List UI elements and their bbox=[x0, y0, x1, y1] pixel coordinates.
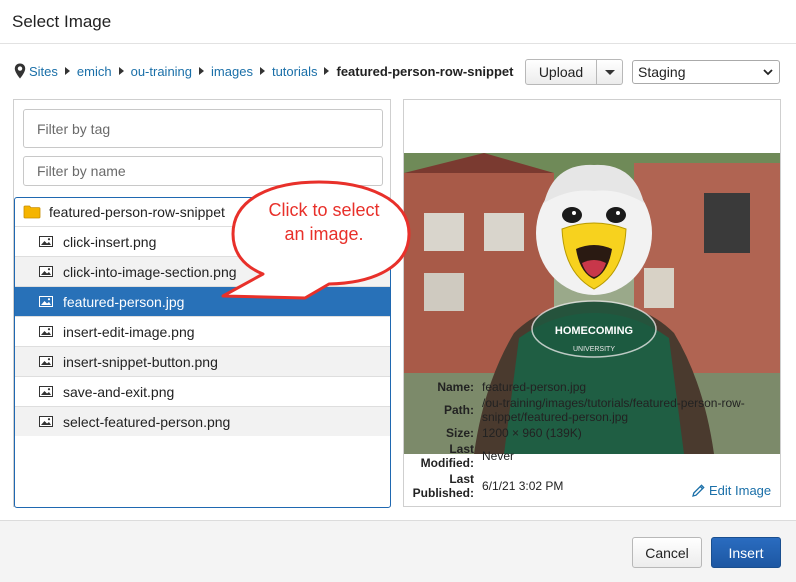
breadcrumb: Sites emich ou-training images tutorials… bbox=[14, 62, 513, 80]
image-file-icon bbox=[39, 266, 53, 277]
file-item-insert-snippet-button[interactable]: insert-snippet-button.png bbox=[15, 346, 390, 376]
file-item-save-and-exit[interactable]: save-and-exit.png bbox=[15, 376, 390, 406]
file-browser-pane: featured-person-row-snippet click-insert… bbox=[13, 99, 391, 508]
size-value: 1200 × 960 (139K) bbox=[482, 426, 582, 440]
name-value: featured-person.jpg bbox=[482, 380, 587, 394]
last-published-label-line2: Published: bbox=[412, 486, 474, 500]
breadcrumb-emich[interactable]: emich bbox=[77, 64, 112, 79]
breadcrumb-separator-icon bbox=[118, 67, 124, 75]
file-item-insert-edit-image[interactable]: insert-edit-image.png bbox=[15, 316, 390, 346]
shirt-text: HOMECOMING bbox=[555, 325, 633, 337]
file-label: featured-person.jpg bbox=[63, 293, 185, 310]
dialog-titlebar: Select Image bbox=[0, 0, 796, 44]
dialog-title: Select Image bbox=[12, 12, 112, 31]
name-label: Name: bbox=[437, 380, 474, 394]
file-label: click-insert.png bbox=[63, 233, 157, 250]
file-label: select-featured-person.png bbox=[63, 413, 231, 430]
shirt-subtext: UNIVERSITY bbox=[573, 346, 615, 353]
path-value-line1: /ou-training/images/tutorials/featured-p… bbox=[482, 396, 745, 410]
pencil-icon bbox=[692, 484, 705, 497]
last-published-label-line1: Last bbox=[449, 472, 474, 486]
file-label: insert-snippet-button.png bbox=[63, 353, 218, 370]
insert-button[interactable]: Insert bbox=[711, 537, 781, 568]
breadcrumb-current: featured-person-row-snippet bbox=[336, 63, 514, 79]
breadcrumb-sites[interactable]: Sites bbox=[29, 64, 58, 79]
upload-button[interactable]: Upload bbox=[525, 59, 597, 85]
image-file-icon bbox=[39, 356, 53, 367]
chevron-down-icon bbox=[763, 69, 773, 76]
upload-menu-toggle[interactable] bbox=[597, 59, 623, 85]
cancel-button[interactable]: Cancel bbox=[632, 537, 702, 568]
image-file-icon bbox=[39, 416, 53, 427]
callout-text-line1: Click to select bbox=[268, 200, 380, 220]
file-item-select-featured-person[interactable]: select-featured-person.png bbox=[15, 406, 390, 436]
image-details-pane: HOMECOMING UNIVERSITY Name: featured-per… bbox=[403, 99, 781, 507]
breadcrumb-separator-icon bbox=[259, 67, 265, 75]
edit-image-link[interactable]: Edit Image bbox=[692, 483, 771, 498]
breadcrumb-tutorials[interactable]: tutorials bbox=[272, 64, 318, 79]
edit-image-label: Edit Image bbox=[709, 483, 772, 498]
image-file-icon bbox=[39, 296, 53, 307]
folder-icon bbox=[23, 205, 41, 219]
upload-split-button: Upload bbox=[525, 59, 623, 85]
last-modified-value: Never bbox=[482, 449, 515, 463]
map-pin-icon bbox=[14, 63, 26, 79]
image-file-icon bbox=[39, 236, 53, 247]
breadcrumb-separator-icon bbox=[324, 67, 330, 75]
size-label: Size: bbox=[445, 426, 474, 440]
callout-text-line2: an image. bbox=[284, 224, 364, 244]
environment-select[interactable]: Staging bbox=[632, 60, 780, 84]
breadcrumb-separator-icon bbox=[64, 67, 70, 75]
breadcrumb-images[interactable]: images bbox=[211, 64, 253, 79]
last-modified-label-line2: Modified: bbox=[420, 456, 474, 470]
file-label: insert-edit-image.png bbox=[63, 323, 195, 340]
image-file-icon bbox=[39, 386, 53, 397]
callout-text: Click to select an image. bbox=[246, 198, 402, 246]
file-label: save-and-exit.png bbox=[63, 383, 175, 400]
path-value-line2: snippet/featured-person.jpg bbox=[482, 410, 629, 424]
breadcrumb-separator-icon bbox=[199, 67, 205, 75]
path-label: Path: bbox=[444, 403, 474, 417]
folder-label: featured-person-row-snippet bbox=[49, 204, 225, 220]
last-modified-label-line1: Last bbox=[449, 442, 474, 456]
filter-by-tag-input[interactable] bbox=[23, 109, 383, 148]
caret-down-icon bbox=[604, 69, 615, 75]
image-file-icon bbox=[39, 326, 53, 337]
environment-select-value: Staging bbox=[638, 64, 686, 80]
breadcrumb-ou-training[interactable]: ou-training bbox=[131, 64, 192, 79]
file-label: click-into-image-section.png bbox=[63, 263, 237, 280]
